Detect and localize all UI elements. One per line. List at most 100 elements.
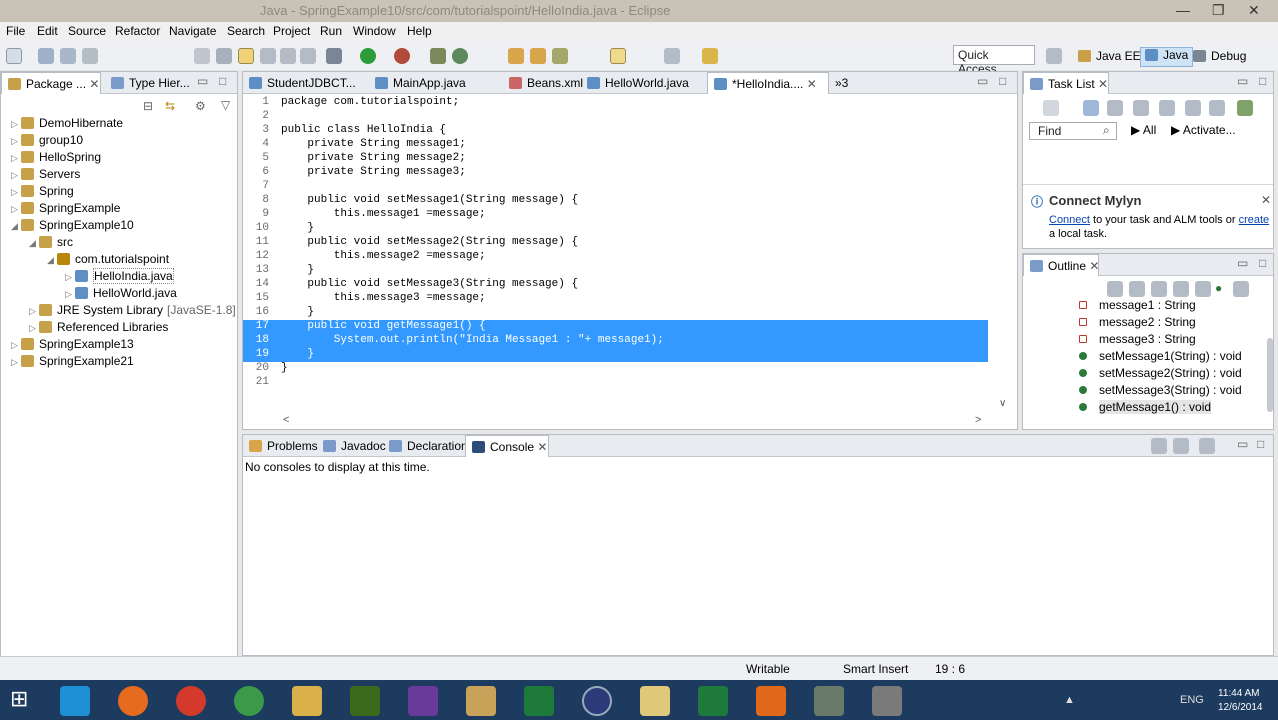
restore-icon[interactable]: ❐ xyxy=(1212,2,1225,19)
excel-icon[interactable] xyxy=(698,686,728,716)
folder-icon[interactable] xyxy=(640,686,670,716)
create-link[interactable]: create xyxy=(1239,214,1270,226)
activate-link[interactable]: ▶ Activate... xyxy=(1171,123,1236,137)
run-icon[interactable] xyxy=(360,48,376,64)
collapsed-icon[interactable]: ▷ xyxy=(11,187,21,198)
menu-run[interactable]: Run xyxy=(320,24,342,38)
filter-icon[interactable] xyxy=(1133,100,1149,116)
print-icon[interactable] xyxy=(82,48,98,64)
menu-navigate[interactable]: Navigate xyxy=(169,24,216,38)
categorized-icon[interactable] xyxy=(1083,100,1099,116)
scroll-left-icon[interactable]: < xyxy=(283,414,289,426)
link-icon[interactable] xyxy=(216,48,232,64)
minimize-view-icon[interactable]: ▭ xyxy=(1237,74,1248,88)
tree-item[interactable]: ◢ com.tutorialspoint xyxy=(1,252,169,269)
tab-task-list[interactable]: Task List ✕ xyxy=(1023,72,1109,94)
new-task-icon[interactable] xyxy=(1043,100,1059,116)
tree-item[interactable]: ▷ SpringExample xyxy=(1,201,120,218)
tree-item[interactable]: ▷ group10 xyxy=(1,133,83,150)
focus-icon[interactable] xyxy=(1185,100,1201,116)
tray-chevron-icon[interactable]: ▲ xyxy=(1064,694,1075,706)
open-perspective-icon[interactable] xyxy=(1046,48,1062,64)
new-class-icon[interactable] xyxy=(452,48,468,64)
collapsed-icon[interactable]: ▷ xyxy=(11,204,21,215)
tree-item[interactable]: ▷ HelloIndia.java xyxy=(1,268,174,286)
new-server-icon[interactable] xyxy=(430,48,446,64)
tree-item[interactable]: ▷ HelloSpring xyxy=(1,150,101,167)
view-dropdown-icon[interactable]: ▽ xyxy=(221,98,230,112)
dreamweaver-icon[interactable] xyxy=(350,686,380,716)
close-icon[interactable]: ✕ xyxy=(537,440,547,454)
minimize-view-icon[interactable]: ▭ xyxy=(1237,437,1248,451)
maximize-view-icon[interactable]: □ xyxy=(999,74,1006,88)
minimize-view-icon[interactable]: ▭ xyxy=(1237,256,1248,270)
close-icon[interactable]: ✕ xyxy=(89,77,99,91)
firefox-icon[interactable] xyxy=(118,686,148,716)
tree-item[interactable]: ◢ src xyxy=(1,235,73,252)
last-edit-icon[interactable] xyxy=(702,48,718,64)
pdf-icon[interactable] xyxy=(756,686,786,716)
eclipse-icon[interactable] xyxy=(582,686,612,716)
tab-mainapp[interactable]: MainApp.java xyxy=(369,72,472,94)
outline-item[interactable]: message1 : String xyxy=(1023,298,1196,315)
outline-item[interactable]: getMessage1() : void xyxy=(1023,400,1212,417)
save-icon[interactable] xyxy=(38,48,54,64)
tree-item[interactable]: ▷ Spring xyxy=(1,184,74,201)
app-icon[interactable] xyxy=(234,686,264,716)
collapsed-icon[interactable]: ▷ xyxy=(65,289,75,300)
chrome-icon[interactable] xyxy=(176,686,206,716)
menu-file[interactable]: File xyxy=(6,24,25,38)
tree-item[interactable]: ▷ HelloWorld.java xyxy=(1,286,177,303)
tree-item[interactable]: ▷ Servers xyxy=(1,167,80,184)
menu-source[interactable]: Source xyxy=(68,24,106,38)
display-console-icon[interactable] xyxy=(1151,438,1167,454)
sort-icon[interactable] xyxy=(1151,281,1167,297)
menu-window[interactable]: Window xyxy=(353,24,396,38)
collapsed-icon[interactable]: ▷ xyxy=(65,272,75,283)
collapsed-icon[interactable]: ▷ xyxy=(11,170,21,181)
outline-item[interactable]: setMessage3(String) : void xyxy=(1023,383,1242,400)
app2-icon[interactable] xyxy=(814,686,844,716)
tree-item[interactable]: ▷ SpringExample21 xyxy=(1,354,134,371)
code-editor[interactable]: 1 package com.tutorialspoint; 2 3 public cla… xyxy=(243,96,1003,406)
scheduled-icon[interactable] xyxy=(1107,100,1123,116)
collapse-all-icon[interactable]: ⊟ xyxy=(143,99,153,113)
sync-icon[interactable] xyxy=(1237,100,1253,116)
new-icon[interactable] xyxy=(6,48,22,64)
language-indicator[interactable]: ENG xyxy=(1180,694,1204,706)
toggle-icon[interactable] xyxy=(194,48,210,64)
search-icon[interactable] xyxy=(552,48,568,64)
collapse-icon[interactable] xyxy=(1209,100,1225,116)
link-editor-icon[interactable]: ⇆ xyxy=(165,99,175,113)
tree-item[interactable]: ◢ SpringExample10 xyxy=(1,218,134,235)
collapse-outline-icon[interactable] xyxy=(1129,281,1145,297)
hide-completed-icon[interactable] xyxy=(1159,100,1175,116)
tab-console[interactable]: Console ✕ xyxy=(465,435,549,457)
tab-javadoc[interactable]: Javadoc xyxy=(317,435,392,457)
close-icon[interactable]: ✕ xyxy=(807,77,817,91)
tab-overflow[interactable]: »3 xyxy=(829,72,854,94)
perspective-javaee[interactable]: Java EE xyxy=(1078,49,1141,63)
collapsed-icon[interactable]: ▷ xyxy=(11,119,21,130)
tab-outline[interactable]: Outline ✕ xyxy=(1023,254,1099,276)
minimize-view-icon[interactable]: ▭ xyxy=(197,74,208,88)
tab-problems[interactable]: Problems xyxy=(243,435,324,457)
connect-link[interactable]: Connect xyxy=(1049,214,1090,226)
annotation-icon[interactable] xyxy=(610,48,626,64)
tool-icon[interactable] xyxy=(466,686,496,716)
hide-fields-icon[interactable] xyxy=(1173,281,1189,297)
minimize-view-icon[interactable]: ▭ xyxy=(977,74,988,88)
tab-package-explorer[interactable]: Package ... ✕ xyxy=(1,72,101,94)
collapsed-icon[interactable]: ▷ xyxy=(29,323,39,334)
menu-edit[interactable]: Edit xyxy=(37,24,58,38)
menu-help[interactable]: Help xyxy=(407,24,432,38)
maximize-view-icon[interactable]: □ xyxy=(1259,74,1266,88)
open-task-icon[interactable] xyxy=(530,48,546,64)
view-menu-icon[interactable]: ⚙ xyxy=(195,99,206,113)
menu-refactor[interactable]: Refactor xyxy=(115,24,160,38)
collapsed-icon[interactable]: ▷ xyxy=(11,357,21,368)
close-icon[interactable]: ✕ xyxy=(1098,77,1108,91)
tree-item[interactable]: ▷ DemoHibernate xyxy=(1,116,123,133)
next-annotation-icon[interactable] xyxy=(664,48,680,64)
mark-occurrences-icon[interactable] xyxy=(238,48,254,64)
